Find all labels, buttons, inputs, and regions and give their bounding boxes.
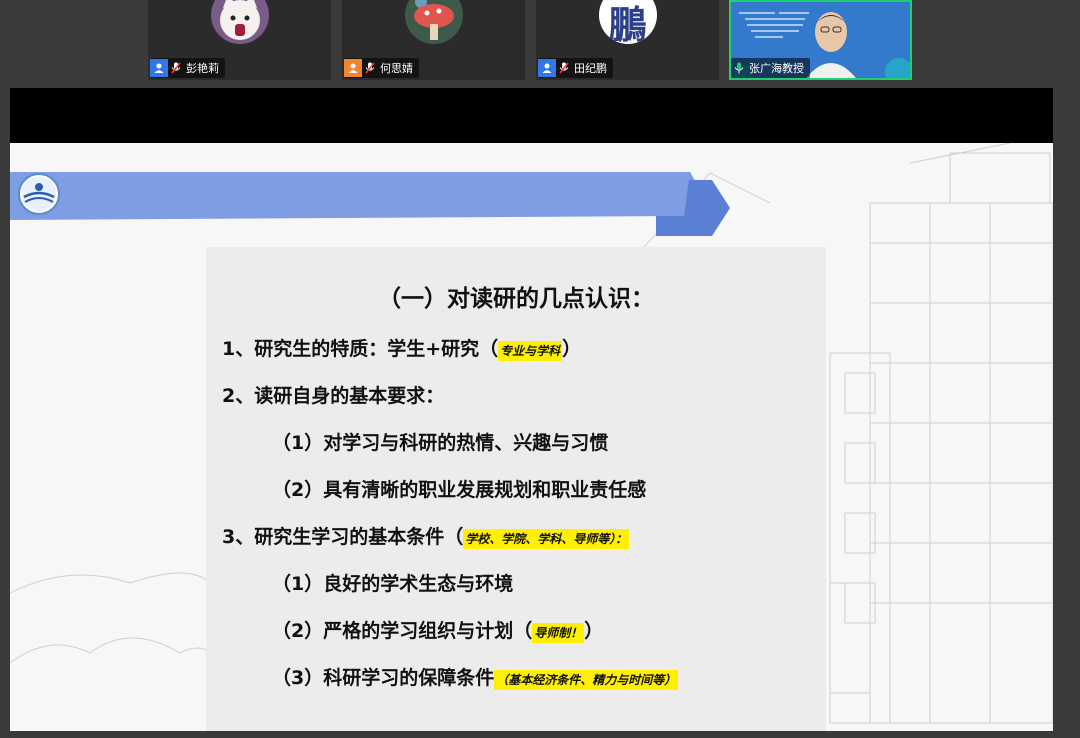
text-avatar: 鵬 [598,0,657,44]
point-2-sub-1: （1）对学习与科研的热情、兴趣与习惯 [272,432,609,454]
highlight-note: 导师制！ [532,623,585,643]
point-3-sub-2: （2）严格的学习组织与计划（ 导师制！） [272,616,603,643]
point-2: 2、读研自身的基本要求： [222,385,445,407]
participant-tile[interactable]: 彭艳莉 [148,0,331,80]
cat-avatar [210,0,269,44]
point-1: 1、研究生的特质：学生+研究（ 专业与学科） [222,334,581,361]
name-bar: 田纪鹏 [538,58,613,78]
point-text: 1、研究生的特质：学生+研究（ [222,338,499,360]
participant-tile[interactable]: 鵬 田纪鹏 [536,0,719,80]
window-edge [0,731,1080,738]
slide-title: （一）对读研的几点认识： [378,286,654,312]
participant-name: 何思婧 [380,62,413,75]
user-icon [344,59,362,77]
mushroom-avatar [404,0,463,44]
mic-muted-icon[interactable] [168,59,184,77]
name-bar: 张广海教授 [731,58,810,78]
highlight-note: 专业与学科 [498,341,563,361]
point-3-sub-1: （1）良好的学术生态与环境 [272,573,514,595]
title-banner [10,172,730,236]
user-icon [150,59,168,77]
point-3-sub-3: （3）科研学习的保障条件 （基本经济条件、精力与时间等） [272,663,679,690]
point-text: 3、研究生学习的基本条件（ [222,526,464,548]
slide-letterbox [10,88,1053,143]
name-bar: 彭艳莉 [150,58,225,78]
point-2-sub-2: （2）具有清晰的职业发展规划和职业责任感 [272,479,647,501]
point-text: （2）严格的学习组织与计划（ [272,620,533,642]
mic-muted-icon[interactable] [362,59,378,77]
participant-tile[interactable]: 何思婧 [342,0,525,80]
user-icon [538,59,556,77]
avatar-text: 鵬 [608,2,647,44]
point-tail: ） [562,338,582,360]
point-tail: ） [584,620,604,642]
participant-strip: 彭艳莉 何思婧 鵬 田纪鹏 张广海教授 [0,0,1080,88]
participant-name: 彭艳莉 [186,62,219,75]
name-bar: 何思婧 [344,58,419,78]
participant-name: 田纪鹏 [574,62,607,75]
shared-slide: （一）对读研的几点认识： 1、研究生的特质：学生+研究（ 专业与学科） 2、读研自… [10,143,1053,731]
mic-muted-icon[interactable] [556,59,572,77]
point-text: （3）科研学习的保障条件 [272,667,495,689]
participant-tile-active-speaker[interactable]: 张广海教授 [729,0,912,80]
highlight-note: 学校、学院、学科、导师等）： [463,529,630,549]
highlight-note: （基本经济条件、精力与时间等） [494,670,679,690]
window-edge [1053,88,1080,738]
mic-on-icon[interactable] [731,59,747,77]
participant-name: 张广海教授 [749,62,804,75]
university-logo [18,173,60,215]
content-panel: （一）对读研的几点认识： 1、研究生的特质：学生+研究（ 专业与学科） 2、读研自… [206,247,826,731]
point-3: 3、研究生学习的基本条件（ 学校、学院、学科、导师等）： [222,522,630,549]
